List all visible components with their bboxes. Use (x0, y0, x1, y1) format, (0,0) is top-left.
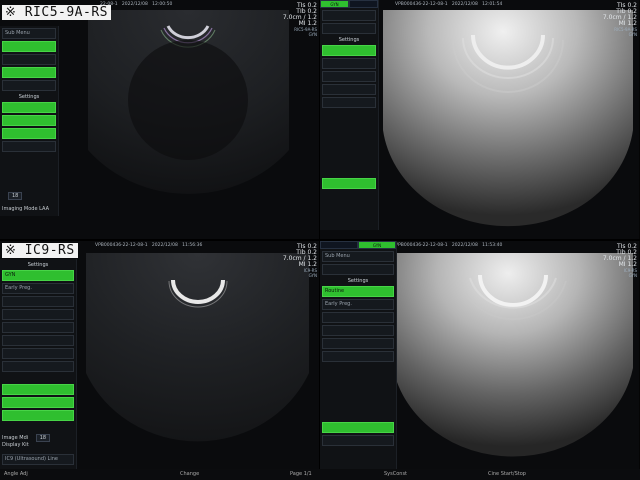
panel-row[interactable] (322, 71, 376, 82)
panel-row[interactable] (2, 67, 56, 78)
tab-gyn[interactable]: GYN (320, 0, 349, 8)
line-select[interactable]: IC9 (Ultrasound) Line (2, 454, 74, 465)
ultrasound-view-bottom-right: VPB000436-22-12-08-1 2022/12/08 11:53:40… (320, 241, 639, 480)
panel-title: Settings (347, 278, 369, 284)
exam-id: VPB000436-22-12-08-1 (395, 243, 448, 248)
probe-label: ※ IC9-RS (2, 243, 78, 258)
tab-bar: GYN (320, 241, 396, 249)
panel-row[interactable] (2, 80, 56, 91)
panel-row[interactable] (2, 141, 56, 152)
image-mode-value[interactable]: 18 (35, 434, 51, 442)
change-label[interactable]: Change (180, 471, 199, 477)
panel-row[interactable] (2, 102, 56, 113)
panel-row[interactable] (322, 23, 376, 34)
sysconst-label[interactable]: SysConst (384, 471, 407, 477)
panel-row[interactable] (2, 410, 74, 421)
panel-row[interactable] (322, 97, 376, 108)
panel-row[interactable] (2, 361, 74, 372)
ultrasound-image (86, 253, 309, 442)
panel-row[interactable] (2, 54, 56, 65)
preset-name: GYN (628, 273, 637, 278)
tab-bar: GYN (320, 0, 378, 8)
panel-row[interactable] (322, 435, 394, 446)
acoustic-info: TIs 0.2 TIb 0.2 7.0cm / 1.2 MI 1.2 RIC5-… (283, 3, 317, 38)
tab-other[interactable] (320, 241, 358, 249)
exam-date: 2022/12/08 (151, 243, 178, 248)
panel-row[interactable] (2, 335, 74, 346)
ultrasound-view-top-right: VPB000436-22-12-08-1 2022/12/08 12:01:54… (320, 0, 639, 239)
panel-row[interactable] (2, 115, 56, 126)
control-panel: Sub Menu Settings 18 Imaging Mode LAA (0, 26, 59, 216)
panel-row[interactable]: Routine (322, 286, 394, 297)
ultrasound-image (88, 10, 289, 194)
panel-row[interactable] (2, 309, 74, 320)
tab-other[interactable] (349, 0, 378, 8)
panel-row[interactable]: Early Preg. (2, 283, 74, 294)
exam-id: VPB000436-22-12-08-1 (395, 2, 448, 7)
exam-time: 12:01:54 (482, 2, 503, 7)
panel-row[interactable] (322, 84, 376, 95)
panel-row[interactable] (322, 338, 394, 349)
panel-row[interactable] (2, 348, 74, 359)
exam-date: 2022/12/08 (451, 2, 478, 7)
bottom-status-bar: Angle Adj Change Page 1/1 SysConst Cine … (0, 469, 640, 480)
panel-row[interactable] (2, 296, 74, 307)
panel-row[interactable] (2, 322, 74, 333)
panel-row[interactable] (322, 264, 394, 275)
panel-row[interactable] (322, 312, 394, 323)
exam-time: 11:56:36 (182, 243, 203, 248)
control-panel: GYN Settings (320, 0, 379, 230)
panel-row[interactable] (322, 10, 376, 21)
panel-row[interactable]: Sub Menu (322, 251, 394, 262)
exam-date: 2022/12/08 (121, 2, 148, 7)
exam-time: 12:00:50 (152, 2, 173, 7)
panel-title: Settings (18, 94, 40, 100)
display-kit-label: Display Kit (2, 442, 29, 448)
angle-adj-label[interactable]: Angle Adj (4, 471, 28, 477)
panel-row[interactable]: Sub Menu (2, 28, 56, 39)
ultrasound-view-top-left: ※ RIC5-9A-RS 22-08-1 2022/12/08 12:00:50… (0, 0, 319, 239)
acoustic-info: TIs 0.2 TIb 0.2 7.0cm / 1.2 MI 1.2 IC9-R… (603, 244, 637, 279)
exam-time: 11:53:40 (482, 243, 503, 248)
panel-title: Settings (338, 37, 360, 43)
tab-gyn[interactable]: GYN (358, 241, 396, 249)
panel-row[interactable] (2, 128, 56, 139)
cine-start-stop-label[interactable]: Cine Start/Stop (488, 471, 526, 477)
panel-row[interactable] (2, 41, 56, 52)
imaging-mode-label: Imaging Mode (2, 206, 38, 212)
preset-name: GYN (308, 273, 317, 278)
preset-name: GYN (308, 32, 317, 37)
panel-row[interactable] (322, 45, 376, 56)
panel-title: Settings (27, 262, 49, 268)
acoustic-info: TIs 0.2 TIb 0.2 7.0cm / 1.2 MI 1.2 RIC5-… (603, 3, 637, 38)
panel-row[interactable] (322, 58, 376, 69)
ultrasound-image (393, 253, 633, 457)
page-indicator: Page 1/1 (290, 471, 312, 477)
probe-label: ※ RIC5-9A-RS (2, 5, 111, 20)
imaging-mode-value: LAA (39, 206, 50, 212)
exam-id: 22-08-1 (100, 2, 118, 7)
panel-row-highlight[interactable] (322, 422, 394, 433)
ultrasound-image (383, 10, 633, 227)
mode-value[interactable]: 18 (8, 192, 23, 200)
control-panel: Settings GYN Early Preg. Image Mdi 18 Di… (0, 259, 77, 469)
preset-name: GYN (628, 32, 637, 37)
panel-row[interactable] (2, 384, 74, 395)
acoustic-info: TIs 0.2 TIb 0.2 7.0cm / 1.2 MI 1.2 IC9-R… (283, 244, 317, 279)
ultrasound-view-bottom-left: ※ IC9-RS VPB000436-22-12-08-1 2022/12/08… (0, 241, 319, 480)
image-mode-label: Image Mdi (2, 435, 29, 441)
panel-row[interactable] (322, 351, 394, 362)
panel-row[interactable] (2, 397, 74, 408)
panel-row[interactable]: Early Preg. (322, 299, 394, 310)
panel-row[interactable] (322, 325, 394, 336)
control-panel: GYN Sub Menu Settings Routine Early Preg… (320, 241, 397, 471)
panel-row[interactable]: GYN (2, 270, 74, 281)
panel-row-highlight[interactable] (322, 178, 376, 189)
exam-date: 2022/12/08 (451, 243, 478, 248)
exam-id: VPB000436-22-12-08-1 (95, 243, 148, 248)
